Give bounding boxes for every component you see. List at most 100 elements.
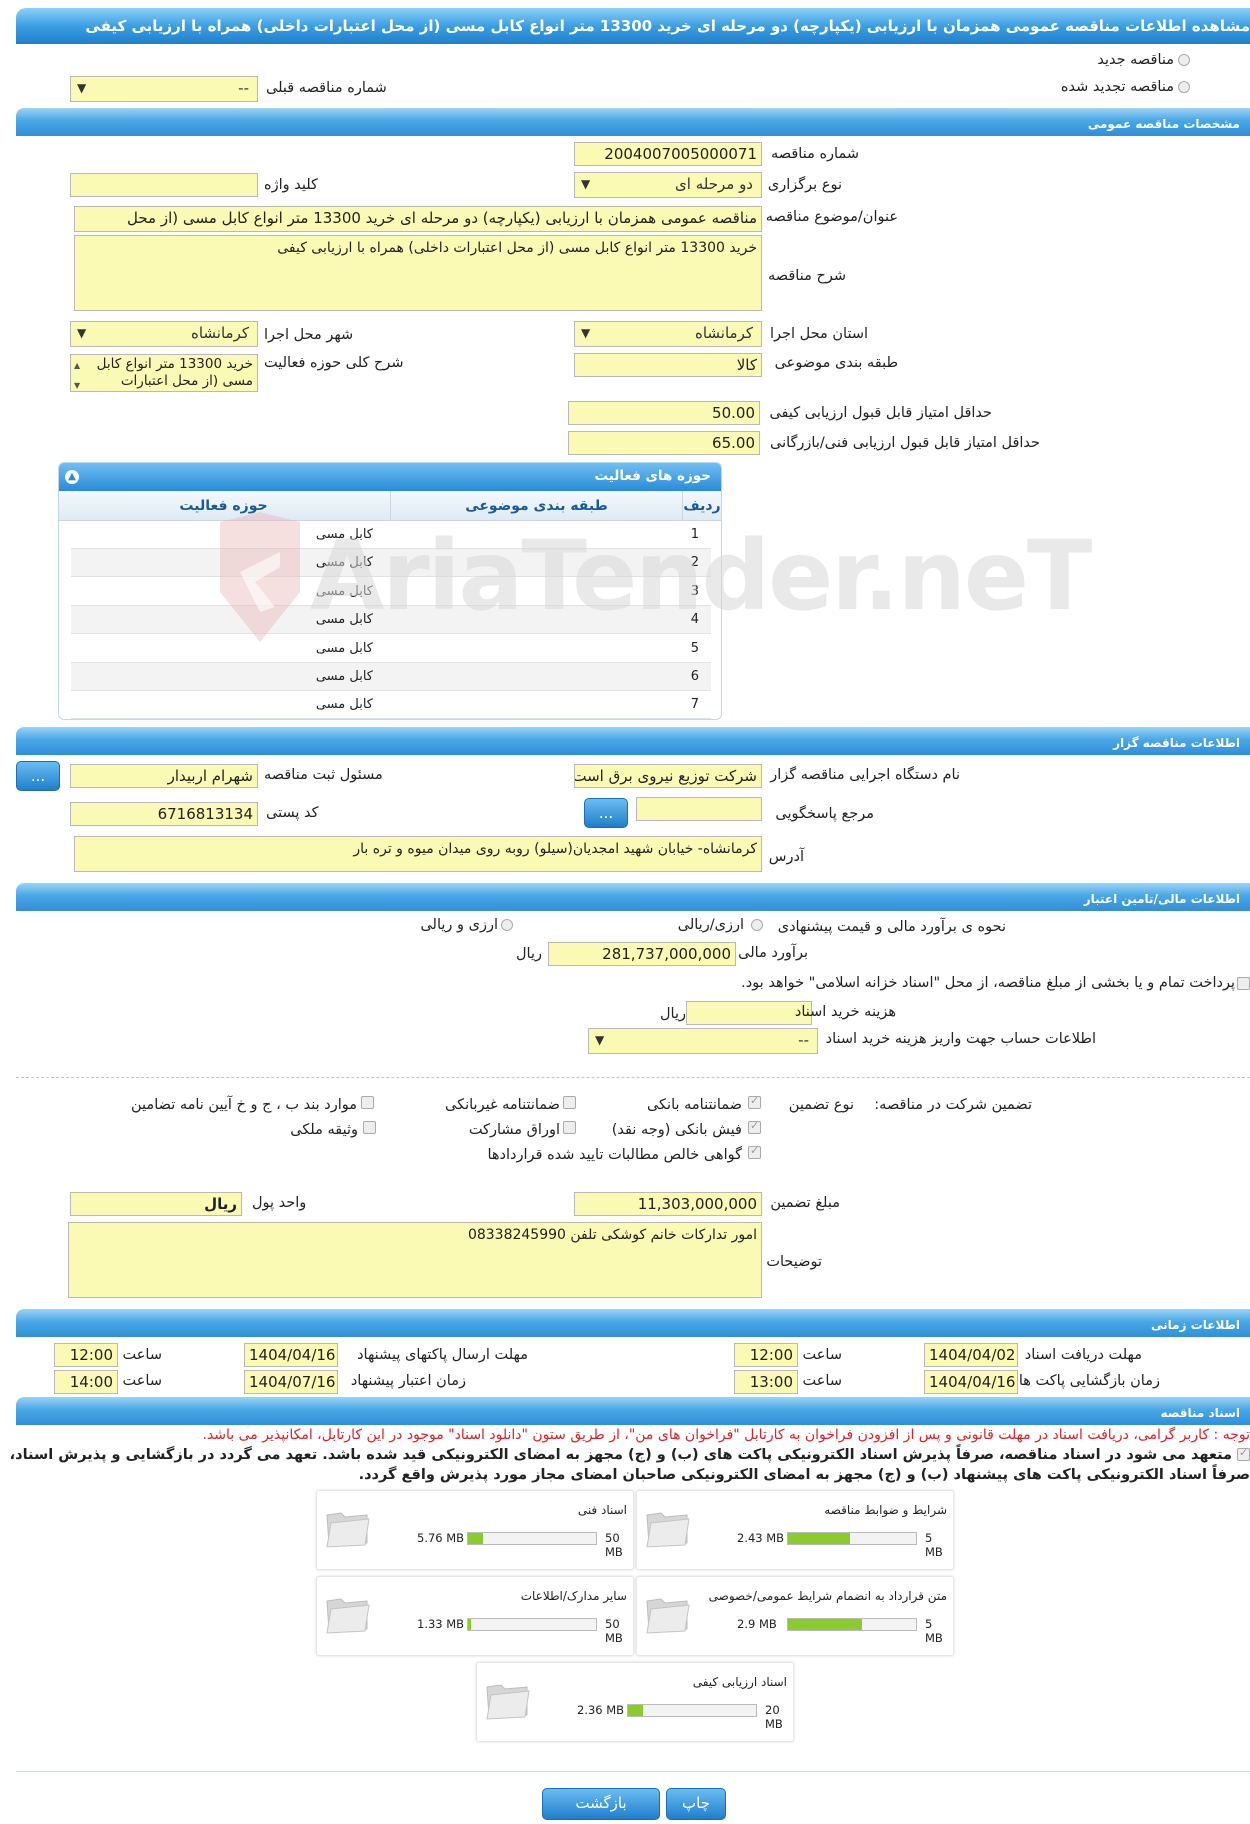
net-claims-checkbox[interactable] bbox=[748, 1144, 761, 1159]
document-card[interactable]: سایر مدارک/اطلاعات 1.33 MB 50 MB bbox=[316, 1576, 634, 1656]
subject-field: مناقصه عمومی همزمان با ارزیابی (یکپارچه)… bbox=[74, 206, 762, 232]
chevron-down-icon: ▼ bbox=[77, 326, 87, 340]
document-card[interactable]: اسناد ارزیابی کیفی 2.36 MB 20 MB bbox=[476, 1662, 794, 1742]
doc-deadline-time-label: ساعت bbox=[802, 1347, 842, 1363]
province-select[interactable]: کرمانشاه ▼ bbox=[574, 321, 762, 347]
doc-deadline-time: 12:00 bbox=[734, 1343, 798, 1367]
bank-guarantee-checkbox[interactable] bbox=[748, 1094, 761, 1109]
chevron-down-icon: ▼ bbox=[581, 326, 591, 340]
e-signature-checkbox[interactable] bbox=[1237, 1446, 1250, 1461]
upload-progress-fill bbox=[468, 1533, 483, 1544]
max-size: 20 MB bbox=[765, 1703, 783, 1731]
keyword-field[interactable] bbox=[70, 173, 258, 197]
row-field: کابل مسی bbox=[315, 640, 373, 656]
clauses-checkbox[interactable] bbox=[361, 1096, 374, 1109]
description-field: خرید 13300 متر انواع کابل مسی (از محل اع… bbox=[74, 235, 762, 311]
city-label: شهر محل اجرا bbox=[264, 327, 354, 343]
back-button[interactable]: بازگشت bbox=[542, 1788, 660, 1820]
col-field: حوزه فعالیت bbox=[59, 491, 391, 521]
chevron-down-icon: ▼ bbox=[77, 81, 87, 95]
doc-deadline-date: 1404/04/02 bbox=[924, 1343, 1018, 1367]
tender-number-label: شماره مناقصه bbox=[771, 146, 859, 162]
province-label: استان محل اجرا bbox=[770, 326, 868, 342]
doc-deadline-label: مهلت دریافت اسناد bbox=[1024, 1347, 1142, 1363]
postal-field: 6716813134 bbox=[70, 802, 258, 826]
folder-icon bbox=[326, 1598, 370, 1634]
reference-more-button[interactable]: ... bbox=[584, 798, 628, 828]
timing-section-header: اطلاعات زمانی bbox=[16, 1309, 1250, 1337]
estimate-method-label: نحوه ی برآورد مالی و قیمت پیشنهادی bbox=[777, 919, 1006, 935]
subject-label: عنوان/موضوع مناقصه bbox=[765, 209, 898, 225]
folder-icon bbox=[646, 1598, 690, 1634]
divider bbox=[16, 1077, 1250, 1078]
notes-field: امور تدارکات خانم کوشکی تلفن 08338245990 bbox=[68, 1222, 762, 1298]
postal-label: کد پستی bbox=[266, 805, 319, 821]
used-size: 5.76 MB bbox=[417, 1531, 465, 1545]
validity-date: 1404/07/16 bbox=[244, 1370, 338, 1394]
non-bank-guarantee-checkbox[interactable] bbox=[563, 1096, 576, 1109]
scroll-up-icon[interactable]: ▲ bbox=[74, 357, 80, 374]
doc-fee-label: هزینه خرید اسناد bbox=[794, 1004, 896, 1020]
upload-progress-fill bbox=[468, 1619, 472, 1630]
new-tender-radio[interactable] bbox=[1178, 54, 1190, 66]
upload-progress-fill bbox=[628, 1705, 644, 1716]
submit-deadline-label: مهلت ارسال پاکتهای پیشنهاد bbox=[357, 1347, 528, 1363]
rial-radio[interactable] bbox=[751, 919, 763, 931]
row-number: 5 bbox=[690, 640, 699, 656]
max-size: 5 MB bbox=[925, 1617, 943, 1645]
estimate-field: 281,737,000,000 bbox=[548, 942, 736, 966]
row-number: 1 bbox=[690, 527, 699, 542]
document-name: شرایط و ضوابط مناقصه bbox=[824, 1503, 947, 1517]
participation-bonds-checkbox[interactable] bbox=[563, 1121, 576, 1134]
bank-receipt-checkbox[interactable] bbox=[748, 1119, 761, 1134]
max-size: 50 MB bbox=[605, 1617, 623, 1645]
row-number: 2 bbox=[690, 555, 699, 571]
used-size: 2.43 MB bbox=[737, 1531, 785, 1545]
opening-time-label: ساعت bbox=[802, 1373, 842, 1389]
activity-desc-field: خرید 13300 متر انواع کابل مسی (از محل اع… bbox=[70, 354, 258, 392]
row-number: 6 bbox=[690, 669, 699, 684]
holding-type-label: نوع برگزاری bbox=[767, 177, 842, 193]
document-name: سایر مدارک/اطلاعات bbox=[520, 1589, 627, 1603]
city-select[interactable]: کرمانشاه ▼ bbox=[70, 321, 258, 347]
estimate-currency: ریال bbox=[516, 946, 542, 962]
guarantee-type-label: نوع تضمین bbox=[788, 1097, 854, 1113]
net-claims-label: گواهی خالص مطالبات تایید شده قراردادها bbox=[487, 1147, 742, 1163]
treasury-label: پرداخت تمام و یا بخشی از مبلغ مناقصه، از… bbox=[741, 975, 1235, 991]
used-size: 2.9 MB bbox=[737, 1617, 777, 1631]
scroll-down-icon[interactable]: ▼ bbox=[74, 377, 80, 391]
org-label: نام دستگاه اجرایی مناقصه گزار bbox=[770, 767, 960, 783]
guarantee-amount-label: مبلغ تضمین bbox=[770, 1195, 840, 1211]
category-label: طبقه بندی موضوعی bbox=[774, 355, 898, 371]
document-card[interactable]: شرایط و ضوابط مناقصه 2.43 MB 5 MB bbox=[636, 1490, 954, 1570]
collapse-icon[interactable]: ▲ bbox=[65, 470, 79, 484]
participation-bonds-label: اوراق مشارکت bbox=[468, 1122, 560, 1138]
upload-progress-bar bbox=[627, 1704, 757, 1717]
prev-number-select[interactable]: -- ▼ bbox=[70, 76, 258, 102]
upload-progress-bar bbox=[787, 1532, 917, 1545]
opening-time: 13:00 bbox=[734, 1370, 798, 1394]
document-card[interactable]: متن قرارداد به انضمام شرایط عمومی/خصوصی 2… bbox=[636, 1576, 954, 1656]
commitment-line-2: صرفاً اسناد الکترونیکی پاکت های پیشنهاد … bbox=[358, 1467, 1250, 1483]
table-row: 5 کابل مسی bbox=[71, 635, 711, 663]
validity-time-label: ساعت bbox=[122, 1373, 162, 1389]
opening-date: 1404/04/16 bbox=[924, 1370, 1018, 1394]
chevron-down-icon: ▼ bbox=[595, 1033, 605, 1047]
keyword-label: کلید واژه bbox=[264, 177, 318, 193]
account-select[interactable]: -- ▼ bbox=[588, 1028, 818, 1054]
renewed-tender-radio[interactable] bbox=[1178, 81, 1190, 93]
responsible-more-button[interactable]: ... bbox=[16, 761, 60, 791]
folder-icon bbox=[326, 1512, 370, 1548]
row-field: کابل مسی bbox=[315, 697, 373, 713]
holding-type-select[interactable]: دو مرحله ای ▼ bbox=[574, 172, 762, 198]
finance-section-header: اطلاعات مالی/تامین اعتبار bbox=[16, 883, 1250, 911]
document-card[interactable]: اسناد فنی 5.76 MB 50 MB bbox=[316, 1490, 634, 1570]
commitment-line-1: متعهد می شود در اسناد مناقصه، صرفاً پذیر… bbox=[9, 1447, 1232, 1463]
property-checkbox[interactable] bbox=[363, 1121, 376, 1134]
clauses-label: موارد بند ب ، ج و خ آیین نامه تضامین bbox=[131, 1097, 357, 1113]
document-name: اسناد ارزیابی کیفی bbox=[692, 1675, 787, 1689]
both-currency-radio[interactable] bbox=[501, 919, 513, 931]
print-button[interactable]: چاپ bbox=[666, 1788, 726, 1820]
treasury-checkbox[interactable] bbox=[1237, 977, 1250, 990]
validity-label: زمان اعتبار پیشنهاد bbox=[350, 1373, 466, 1389]
